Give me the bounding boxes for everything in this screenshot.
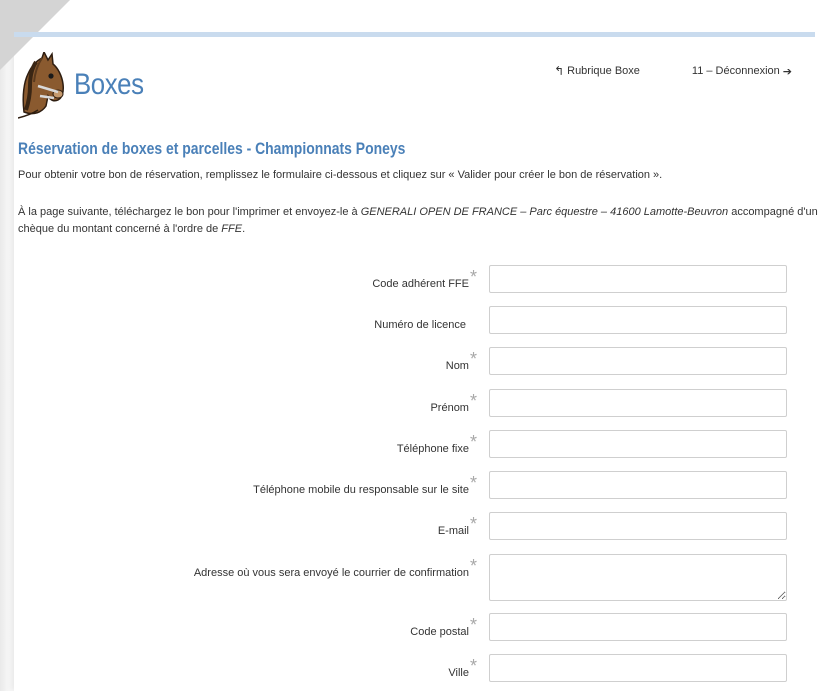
field-label: Prénom* — [430, 391, 477, 414]
licence-input[interactable] — [489, 306, 787, 334]
required-asterisk: * — [469, 556, 477, 576]
field-label: Téléphone fixe* — [396, 432, 477, 455]
code-adherent-input[interactable] — [489, 265, 787, 293]
logout-icon[interactable]: ➔ — [783, 65, 792, 78]
para2-address: GENERALI OPEN DE FRANCE – Parc équestre … — [360, 206, 729, 218]
required-asterisk: * — [469, 473, 477, 493]
para2-start: À la page suivante, téléchargez le bon p… — [18, 206, 361, 218]
form-row-email: E-mail* — [0, 512, 829, 542]
field-label: Nom* — [445, 349, 477, 372]
form-row-telephone-mobile: Téléphone mobile du responsable sur le s… — [0, 471, 829, 501]
code-postal-input[interactable] — [489, 613, 787, 641]
field-label: Adresse où vous sera envoyé le courrier … — [193, 556, 477, 579]
horse-logo-icon — [18, 52, 64, 119]
rubrique-boxe-link[interactable]: Rubrique Boxe — [567, 65, 640, 77]
field-label: Code postal* — [410, 615, 477, 638]
para2-end: . — [242, 223, 246, 235]
prenom-input[interactable] — [489, 389, 787, 417]
form-row-ville: Ville* — [0, 654, 829, 684]
reply-arrow-icon[interactable]: ↰ — [554, 64, 564, 78]
field-label: Ville* — [448, 656, 477, 679]
form-row-adresse: Adresse où vous sera envoyé le courrier … — [0, 554, 829, 604]
header-links: ↰ Rubrique Boxe 11 – Déconnexion ➔ — [554, 64, 792, 78]
intro-paragraph-1: Pour obtenir votre bon de réservation, r… — [18, 169, 663, 181]
required-asterisk: * — [469, 349, 477, 369]
field-label: E-mail* — [437, 514, 477, 537]
required-asterisk: * — [469, 432, 477, 452]
telephone-fixe-input[interactable] — [489, 430, 787, 458]
required-asterisk: * — [469, 656, 477, 676]
form-row-telephone-fixe: Téléphone fixe* — [0, 430, 829, 460]
telephone-mobile-input[interactable] — [489, 471, 787, 499]
para2-ffe: FFE — [221, 223, 243, 235]
top-accent-bar — [14, 32, 815, 37]
email-input[interactable] — [489, 512, 787, 540]
logout-link[interactable]: 11 – Déconnexion — [692, 65, 780, 77]
form-row-code-postal: Code postal* — [0, 613, 829, 643]
field-label: Téléphone mobile du responsable sur le s… — [253, 473, 477, 496]
form-row-licence: Numéro de licence — [0, 306, 829, 336]
required-asterisk: * — [469, 615, 477, 635]
page-title: Boxes — [74, 68, 144, 101]
form-row-prenom: Prénom* — [0, 389, 829, 419]
ville-input[interactable] — [489, 654, 787, 682]
required-asterisk: * — [469, 267, 477, 287]
required-asterisk: * — [469, 514, 477, 534]
nom-input[interactable] — [489, 347, 787, 375]
required-asterisk: * — [469, 391, 477, 411]
form-row-nom: Nom* — [0, 347, 829, 377]
section-title: Réservation de boxes et parcelles - Cham… — [18, 139, 406, 158]
adresse-textarea[interactable] — [489, 554, 787, 601]
form-row-code-adherent: Code adhérent FFE* — [0, 265, 829, 295]
field-label: Numéro de licence — [374, 319, 466, 331]
intro-paragraph-2: À la page suivante, téléchargez le bon p… — [18, 204, 818, 238]
field-label: Code adhérent FFE* — [372, 267, 477, 290]
